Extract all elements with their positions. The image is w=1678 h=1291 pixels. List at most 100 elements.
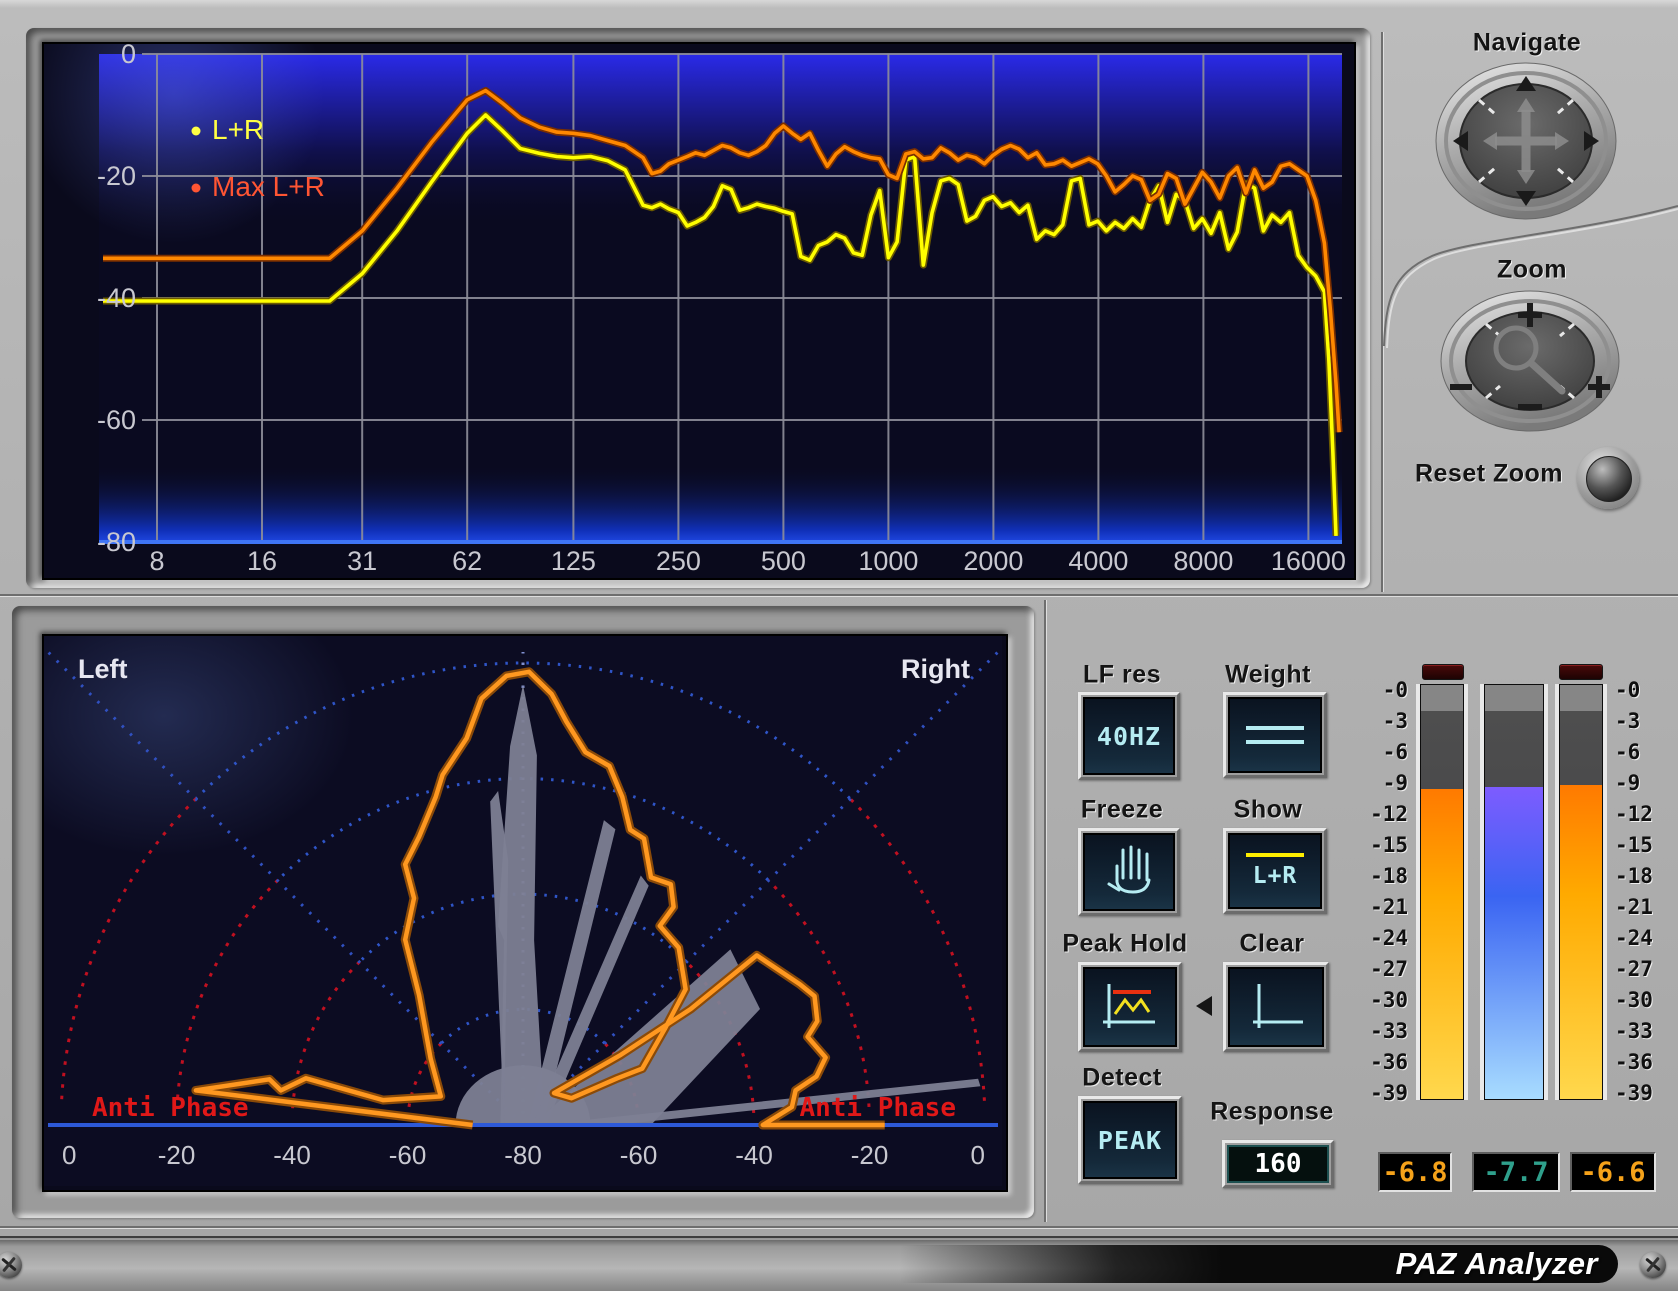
- plugin-title: PAZ Analyzer: [1396, 1246, 1598, 1282]
- meter-scale-tick: -9: [1352, 771, 1408, 795]
- freeze-hand-icon: [1097, 844, 1161, 900]
- svg-text:-40: -40: [735, 1140, 773, 1170]
- spectrum-chart: 0-20-40-60-80816316212525050010002000400…: [44, 44, 1350, 574]
- zoom-pad[interactable]: [1440, 290, 1620, 432]
- zoom-label: Zoom: [1497, 256, 1567, 285]
- weight-flat-icon: [1246, 726, 1304, 730]
- meter-left: [1416, 684, 1468, 1100]
- clear-button[interactable]: [1223, 962, 1329, 1052]
- reset-zoom-label: Reset Zoom: [1415, 460, 1563, 489]
- svg-text:Left: Left: [78, 654, 128, 684]
- svg-text:-40: -40: [97, 283, 136, 313]
- meter-scale-tick: -12: [1352, 802, 1408, 826]
- meter-scale-tick: -33: [1352, 1019, 1408, 1043]
- svg-text:-60: -60: [389, 1140, 427, 1170]
- plugin-title-badge: PAZ Analyzer: [900, 1245, 1618, 1283]
- clear-icon: [1243, 978, 1309, 1036]
- meter-scale-tick: -0: [1352, 678, 1408, 702]
- svg-text:62: 62: [452, 546, 482, 574]
- spectrum-display: 0-20-40-60-80816316212525050010002000400…: [42, 42, 1356, 580]
- plugin-window: 0-20-40-60-80816316212525050010002000400…: [0, 0, 1678, 1291]
- svg-text:Anti Phase: Anti Phase: [799, 1093, 956, 1123]
- svg-text:Right: Right: [901, 654, 970, 684]
- meter-scale-tick: -18: [1352, 864, 1408, 888]
- lf-res-button[interactable]: 40HZ: [1078, 692, 1180, 780]
- meter-scale-tick: -30: [1615, 988, 1671, 1012]
- screw-icon-left: [0, 1252, 22, 1278]
- bottom-divider: [0, 1226, 1678, 1229]
- navigate-label: Navigate: [1473, 29, 1581, 58]
- screw-icon-right: [1640, 1252, 1666, 1278]
- svg-text:8: 8: [149, 546, 164, 574]
- meter-scale-tick: -0: [1615, 678, 1671, 702]
- meter-scale-tick: -30: [1352, 988, 1408, 1012]
- panel-divider-vertical-bottom: [1044, 600, 1047, 1222]
- meter-scale-tick: -15: [1352, 833, 1408, 857]
- svg-text:31: 31: [347, 546, 377, 574]
- meter-right-fill: [1560, 785, 1602, 1099]
- svg-text:16000: 16000: [1271, 546, 1346, 574]
- svg-text:500: 500: [761, 546, 806, 574]
- svg-text:1000: 1000: [858, 546, 918, 574]
- meter-scale-tick: -12: [1615, 802, 1671, 826]
- peak-hold-button[interactable]: [1078, 962, 1182, 1052]
- meter-scale-tick: -27: [1352, 957, 1408, 981]
- peak-hold-icon: [1097, 978, 1163, 1036]
- meter-scale-tick: -15: [1615, 833, 1671, 857]
- meter-scale-tick: -21: [1352, 895, 1408, 919]
- svg-text:Max L+R: Max L+R: [212, 171, 325, 202]
- svg-text:250: 250: [656, 546, 701, 574]
- svg-text:125: 125: [551, 546, 596, 574]
- meter-scale-tick: -24: [1615, 926, 1671, 950]
- meter-left-readout: -6.8: [1378, 1152, 1452, 1192]
- svg-text:-80: -80: [504, 1140, 542, 1170]
- meter-scale-tick: -6: [1352, 740, 1408, 764]
- polar-chart: LeftRightAnti PhaseAnti Phase0-20-40-60-…: [44, 636, 1002, 1186]
- meter-mid: [1480, 684, 1548, 1100]
- link-arrow-icon: [1196, 996, 1212, 1016]
- bottom-bar: PAZ Analyzer: [0, 1236, 1678, 1291]
- svg-text:-20: -20: [851, 1140, 889, 1170]
- svg-text:0: 0: [62, 1140, 76, 1170]
- svg-text:L+R: L+R: [212, 114, 264, 145]
- meter-scale-tick: -36: [1352, 1050, 1408, 1074]
- meter-left-fill: [1421, 789, 1463, 1099]
- svg-text:-20: -20: [97, 161, 136, 191]
- show-label: Show: [1234, 796, 1303, 825]
- svg-text:-60: -60: [97, 405, 136, 435]
- response-value[interactable]: 160: [1255, 1149, 1302, 1179]
- detect-button[interactable]: PEAK: [1078, 1096, 1182, 1184]
- svg-text:-40: -40: [273, 1140, 311, 1170]
- svg-text:-60: -60: [620, 1140, 658, 1170]
- detect-label: Detect: [1082, 1064, 1161, 1093]
- meter-scale-tick: -3: [1615, 709, 1671, 733]
- svg-text:8000: 8000: [1173, 546, 1233, 574]
- meter-scale-tick: -24: [1352, 926, 1408, 950]
- weight-button[interactable]: [1223, 692, 1327, 778]
- reset-zoom-button[interactable]: [1577, 447, 1639, 509]
- freeze-button[interactable]: [1078, 828, 1180, 916]
- svg-text:-80: -80: [97, 527, 136, 557]
- show-button[interactable]: L+R: [1223, 828, 1327, 914]
- peak-hold-label: Peak Hold: [1062, 930, 1187, 959]
- svg-text:16: 16: [247, 546, 277, 574]
- svg-text:0: 0: [971, 1140, 985, 1170]
- meter-scale-tick: -39: [1352, 1081, 1408, 1105]
- clip-led-right[interactable]: [1559, 664, 1603, 680]
- panel-divider-vertical-top: [1381, 32, 1384, 592]
- polar-display: LeftRightAnti PhaseAnti Phase0-20-40-60-…: [42, 634, 1008, 1192]
- clip-led-left[interactable]: [1422, 664, 1464, 680]
- navigate-pad[interactable]: [1435, 62, 1617, 220]
- meter-scale-tick: -21: [1615, 895, 1671, 919]
- meter-scale-tick: -6: [1615, 740, 1671, 764]
- weight-flat-icon-2: [1246, 740, 1304, 744]
- show-trace-color-icon: [1246, 853, 1304, 857]
- meter-scale-tick: -27: [1615, 957, 1671, 981]
- svg-text:2000: 2000: [963, 546, 1023, 574]
- meter-mid-readout: -7.7: [1472, 1152, 1560, 1192]
- meter-scale-tick: -36: [1615, 1050, 1671, 1074]
- section-divider: [0, 594, 1678, 597]
- response-label: Response: [1210, 1098, 1333, 1127]
- meter-right: [1555, 684, 1607, 1100]
- svg-text:0: 0: [121, 44, 136, 69]
